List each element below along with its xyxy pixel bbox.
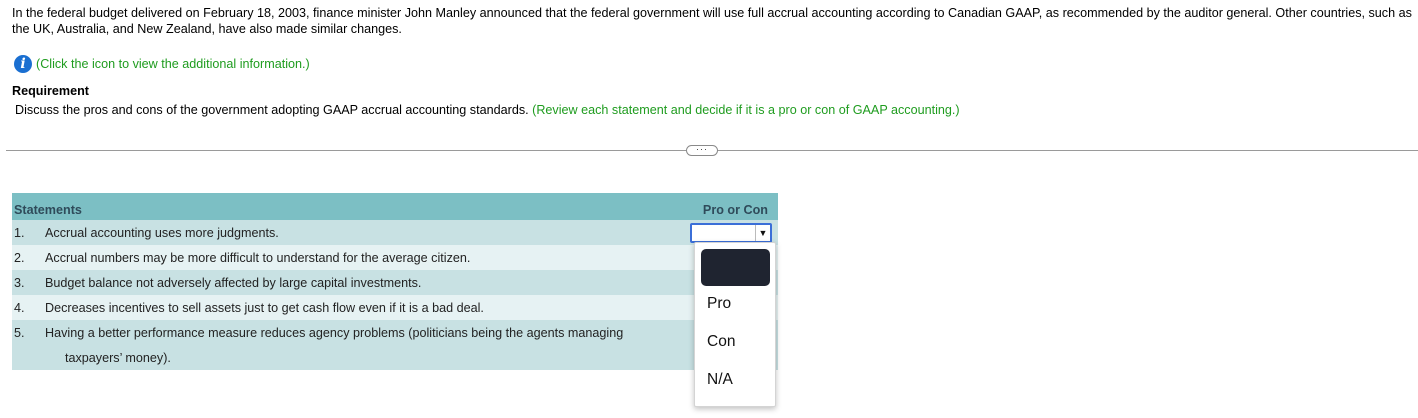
statement-text: Decreases incentives to sell assets just… (45, 295, 688, 320)
info-row: i (Click the icon to view the additional… (14, 54, 310, 74)
pro-con-dropdown-menu: Pro Con N/A (694, 242, 776, 407)
statements-table: Statements Pro or Con 1. Accrual account… (12, 193, 778, 370)
statement-text: Accrual numbers may be more difficult to… (45, 245, 688, 270)
pro-con-select[interactable]: ▼ (690, 222, 772, 243)
chevron-down-icon[interactable]: ▼ (755, 224, 770, 241)
statement-text-continued: taxpayers’ money). (45, 345, 688, 370)
dropdown-option-pro[interactable]: Pro (707, 295, 731, 313)
row-number: 4. (12, 295, 45, 320)
divider-expand-handle[interactable]: ··· (686, 145, 718, 156)
row-number: 3. (12, 270, 45, 295)
statement-text: Accrual accounting uses more judgments. (45, 220, 688, 245)
table-row: 1. Accrual accounting uses more judgment… (12, 220, 778, 245)
dropdown-option-con[interactable]: Con (707, 333, 735, 351)
header-pro-or-con: Pro or Con (688, 193, 778, 220)
table-row: 2. Accrual numbers may be more difficult… (12, 245, 778, 270)
info-icon[interactable]: i (14, 55, 32, 73)
table-row: 4. Decreases incentives to sell assets j… (12, 295, 778, 320)
additional-info-link[interactable]: (Click the icon to view the additional i… (36, 57, 310, 71)
row-number: 2. (12, 245, 45, 270)
table-row: 5. Having a better performance measure r… (12, 320, 778, 345)
requirement-hint: (Review each statement and decide if it … (532, 103, 960, 117)
statement-text: Budget balance not adversely affected by… (45, 270, 688, 295)
row-number: 1. (12, 220, 45, 245)
header-statements: Statements (12, 193, 688, 220)
dropdown-option-blank[interactable] (701, 249, 770, 286)
table-row: 3. Budget balance not adversely affected… (12, 270, 778, 295)
problem-intro: In the federal budget delivered on Febru… (12, 6, 1412, 36)
requirement-text: Discuss the pros and cons of the governm… (15, 103, 960, 117)
dropdown-option-na[interactable]: N/A (707, 371, 733, 389)
table-row-continuation: taxpayers’ money). (12, 345, 778, 370)
row-number: 5. (12, 320, 45, 345)
requirement-title: Requirement (12, 84, 89, 98)
requirement-question: Discuss the pros and cons of the governm… (15, 103, 529, 117)
statement-text: Having a better performance measure redu… (45, 320, 688, 345)
